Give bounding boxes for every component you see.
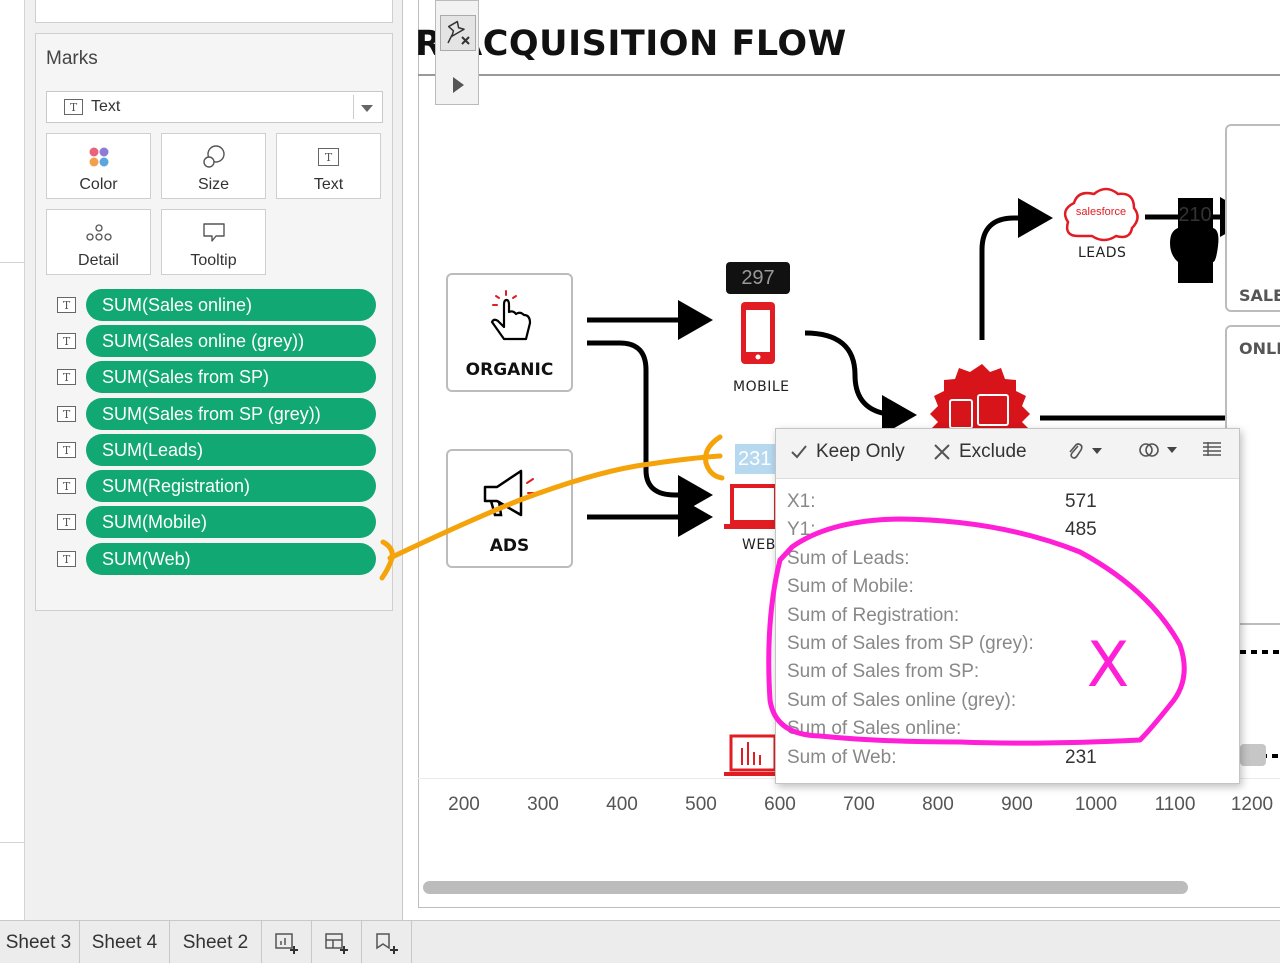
tooltip-toolbar: Keep Only Exclude [776,429,1239,479]
tap-hand-icon [448,287,571,349]
ads-label: ADS [489,536,530,556]
tooltip-row: Sum of Sales from SP (grey): [787,633,1227,661]
tooltip-row: Sum of Sales from SP: [787,661,1227,689]
x-tick: 900 [1001,794,1033,815]
x-tick: 600 [764,794,796,815]
tooltip-value: 485 [1065,519,1097,540]
flow-arrow [804,330,917,435]
tooltip-row: Sum of Sales online: [787,718,1227,746]
megaphone-icon [448,463,571,525]
leads-count: 210 [1178,204,1211,226]
tooltip-key: Sum of Mobile: [787,576,914,597]
horizontal-scrollbar[interactable] [423,881,1188,894]
new-worksheet-icon [274,932,298,954]
organic-label: ORGANIC [465,360,554,380]
create-set-button[interactable] [1139,441,1177,459]
keep-only-label: Keep Only [816,441,905,462]
tooltip-key: Sum of Registration: [787,605,960,626]
x-tick: 300 [527,794,559,815]
laptop-icon [724,484,778,529]
chevron-down-icon [1092,448,1102,454]
tooltip-row: Y1: 485 [787,519,1227,547]
tooltip-key: Y1: [787,519,816,540]
tooltip-key: Sum of Web: [787,747,897,768]
set-icon [1139,443,1159,457]
tooltip-key: Sum of Leads: [787,548,910,569]
tab-sheet-2[interactable]: Sheet 2 [170,921,262,963]
organic-box[interactable]: ORGANIC [446,273,573,392]
flow-arrow [979,198,1053,340]
x-tick: 700 [843,794,875,815]
web-label: WEB [742,537,776,553]
tooltip-key: Sum of Sales from SP: [787,661,980,682]
check-icon [791,445,807,459]
new-story-icon [375,932,398,954]
tooltip-row: Sum of Mobile: [787,576,1227,604]
view-data-button[interactable] [1202,441,1222,457]
paperclip-icon [1069,443,1083,459]
tooltip-row: Sum of Leads: [787,548,1227,576]
x-tick: 400 [606,794,638,815]
tooltip-row: X1: 571 [787,491,1227,519]
hub-seal-icon [930,364,1030,430]
view-data-icon [1203,442,1221,456]
exclude-label: Exclude [959,441,1027,462]
tableau-workspace: Marks T Text Color Size T Text Detail To… [0,0,1280,963]
tooltip-row: Sum of Web: 231 [787,747,1227,775]
keep-only-button[interactable]: Keep Only [790,441,905,463]
dashboard-chart-icon [724,734,778,776]
tooltip-key: Sum of Sales online: [787,718,962,739]
sales-card-label: SALE [1239,286,1280,305]
salesforce-logo-text: salesforce [1076,206,1126,218]
x-tick: 500 [685,794,717,815]
leads-label: LEADS [1078,245,1127,261]
x-tick: 200 [448,794,480,815]
tooltip-key: X1: [787,491,816,512]
mark-tooltip: Keep Only Exclude X1: 571 Y1: 485 Sum of… [775,428,1240,784]
ads-box[interactable]: ADS [446,449,573,568]
x-tick: 1200 [1230,794,1274,815]
web-count-badge[interactable]: 231 [735,444,775,474]
group-members-button[interactable] [1066,441,1102,461]
tab-sheet-4[interactable]: Sheet 4 [80,921,170,963]
x-tick: 1000 [1074,794,1118,815]
tooltip-row: Sum of Sales online (grey): [787,690,1227,718]
x-tick: 1100 [1154,794,1196,815]
sheet-tab-bar: Sheet 3 Sheet 4 Sheet 2 [0,920,1280,963]
mobile-phone-icon [741,302,775,364]
tab-sheet-3[interactable]: Sheet 3 [0,921,80,963]
sales-card[interactable]: SALE [1225,124,1280,312]
tooltip-key: Sum of Sales online (grey): [787,690,1017,711]
online-card-label: ONLI [1239,339,1280,358]
close-icon [934,444,950,460]
scroll-handle[interactable] [1240,744,1266,766]
chevron-down-icon [1167,447,1177,453]
tooltip-value: 231 [1065,747,1097,768]
salesforce-cloud-icon: salesforce [1063,187,1139,242]
exclude-button[interactable]: Exclude [933,441,1027,463]
flow-arrow [587,340,713,515]
tooltip-value: 571 [1065,491,1097,512]
new-story-button[interactable] [362,921,412,963]
tooltip-row: Sum of Registration: [787,605,1227,633]
new-dashboard-icon [324,932,348,954]
tooltip-key: Sum of Sales from SP (grey): [787,633,1034,654]
x-tick: 800 [922,794,954,815]
new-dashboard-button[interactable] [312,921,362,963]
mobile-label: MOBILE [733,379,790,395]
new-worksheet-button[interactable] [262,921,312,963]
mobile-count-badge[interactable]: 297 [726,262,790,294]
leads-count-badge: 210 [1170,198,1219,283]
